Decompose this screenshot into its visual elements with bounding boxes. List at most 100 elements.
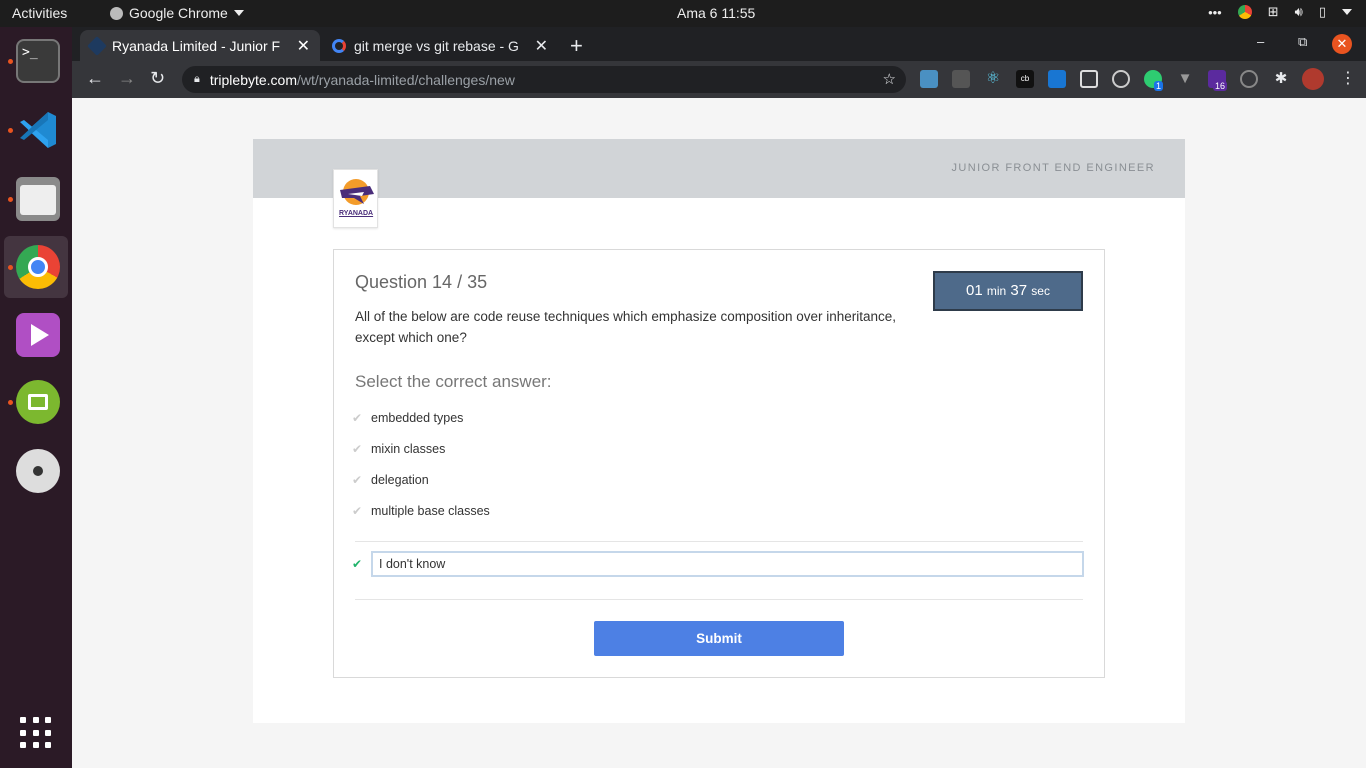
google-favicon-icon (332, 38, 346, 53)
files-icon (16, 177, 60, 221)
network-icon[interactable]: ⊞ (1268, 4, 1279, 20)
question-number: Question 14 / 35 (355, 272, 488, 292)
company-logo: RYANADA (333, 169, 378, 228)
check-icon: ✔ (351, 442, 363, 456)
clock[interactable]: Ama 6 11:55 (677, 5, 755, 21)
bookmark-star-icon[interactable]: ☆ (883, 70, 896, 88)
extension-blue-icon[interactable] (1048, 70, 1066, 88)
terminal-icon: >_ (16, 39, 60, 83)
question-text: All of the below are code reuse techniqu… (355, 309, 897, 345)
running-indicator (8, 265, 13, 270)
running-indicator (8, 128, 13, 133)
close-tab-icon[interactable]: ✕ (297, 36, 310, 56)
answer-option[interactable]: ✔ embedded types (349, 406, 463, 430)
logo-text: RYANADA (339, 210, 374, 217)
tab-strip: Ryanada Limited - Junior F ✕ git merge v… (72, 27, 1366, 61)
extension-grid-icon[interactable] (952, 70, 970, 88)
answer-option-label: embedded types (371, 411, 464, 425)
extension-badge: 1 (1154, 81, 1164, 91)
chrome-menu-icon[interactable]: ⋮ (1340, 68, 1356, 88)
caret-down-icon (233, 10, 244, 16)
back-arrow-icon[interactable]: ← (86, 68, 104, 89)
cloud-app-icon (16, 380, 60, 424)
check-icon: ✔ (351, 473, 363, 487)
app-menu[interactable]: Google Chrome (110, 5, 244, 21)
divider (355, 599, 1083, 600)
system-menu-caret-icon[interactable] (1342, 9, 1352, 15)
extension-chart-icon[interactable] (920, 70, 938, 88)
dock-terminal[interactable]: >_ (4, 30, 68, 92)
question-panel: Question 14 / 35 01 min 37 sec All of th… (333, 249, 1105, 678)
lock-icon[interactable]: 🔒︎ (194, 73, 200, 86)
volume-icon[interactable]: 🔊︎ (1295, 4, 1303, 20)
dock-vscode[interactable] (4, 99, 68, 161)
header-banner: JUNIOR FRONT END ENGINEER (253, 139, 1185, 198)
check-icon: ✔ (351, 504, 363, 518)
extension-face-icon[interactable] (1240, 70, 1258, 88)
minimize-icon[interactable]: – (1257, 34, 1264, 49)
dock: >_ (0, 27, 72, 768)
tab-title: Ryanada Limited - Junior F (112, 37, 281, 54)
triplebyte-favicon-icon (87, 35, 107, 56)
app-menu-label: Google Chrome (129, 5, 228, 21)
dock-cloud-app[interactable] (4, 371, 68, 433)
dock-chrome[interactable] (4, 236, 68, 298)
window-close-icon[interactable]: ✕ (1332, 34, 1352, 54)
activities-button[interactable]: Activities (12, 5, 67, 21)
role-title: JUNIOR FRONT END ENGINEER (951, 162, 1155, 174)
system-top-bar: Activities Google Chrome Ama 6 11:55 •••… (0, 0, 1366, 27)
vue-devtools-icon[interactable]: ▼ (1176, 70, 1194, 88)
browser-toolbar: ← → ↻ 🔒︎ triplebyte.com /wt/ryanada-limi… (72, 61, 1366, 98)
show-apps-icon[interactable] (20, 717, 52, 749)
extension-cb-icon[interactable]: cb (1016, 70, 1034, 88)
profile-avatar[interactable] (1302, 68, 1324, 90)
answer-option[interactable]: ✔ delegation (349, 468, 429, 492)
countdown-timer: 01 min 37 sec (933, 271, 1083, 311)
tab-title: git merge vs git rebase - G (354, 37, 519, 54)
answer-option-label: mixin classes (371, 442, 446, 456)
dock-files[interactable] (4, 168, 68, 230)
answer-option[interactable]: ✔ mixin classes (349, 437, 445, 461)
page-viewport: JUNIOR FRONT END ENGINEER RYANADA Questi… (72, 98, 1366, 768)
url-domain: triplebyte.com (209, 71, 298, 88)
submit-button[interactable]: Submit (594, 621, 844, 656)
timer-seconds: 37 (1010, 282, 1028, 299)
extension-badge: 16 (1213, 81, 1228, 91)
disc-icon (16, 449, 60, 493)
answer-option[interactable]: ✔ multiple base classes (349, 499, 490, 523)
restore-icon[interactable]: ⧉ (1298, 34, 1307, 50)
check-selected-icon: ✔ (351, 557, 363, 571)
running-indicator (8, 197, 13, 202)
check-icon: ✔ (351, 411, 363, 425)
chrome-tray-icon[interactable] (1237, 5, 1252, 19)
reload-icon[interactable]: ↻ (150, 68, 165, 89)
answer-option-selected[interactable]: ✔ I don't know (349, 551, 1084, 577)
url-path: /wt/ryanada-limited/challenges/new (297, 71, 515, 88)
challenge-card: JUNIOR FRONT END ENGINEER RYANADA Questi… (253, 139, 1185, 723)
dock-video-player[interactable] (4, 304, 68, 366)
address-bar[interactable]: 🔒︎ triplebyte.com /wt/ryanada-limited/ch… (182, 66, 906, 93)
screenshot-icon[interactable] (1080, 70, 1098, 88)
answer-option-label: I don't know (371, 551, 1084, 577)
close-tab-icon[interactable]: ✕ (535, 36, 548, 56)
tab-ryanada[interactable]: Ryanada Limited - Junior F ✕ (80, 30, 320, 61)
divider (355, 541, 1083, 542)
new-tab-button[interactable]: + (570, 33, 583, 59)
battery-icon[interactable]: ▯ (1319, 4, 1326, 20)
system-tray[interactable]: ••• ⊞ 🔊︎ ▯ (1208, 4, 1352, 20)
vscode-icon (20, 112, 56, 148)
chrome-icon (16, 245, 60, 289)
chrome-small-icon (110, 6, 123, 20)
timer-minutes: 01 (966, 282, 983, 299)
answer-option-label: multiple base classes (371, 504, 490, 518)
running-indicator (8, 59, 13, 64)
select-answer-label: Select the correct answer: (355, 372, 552, 391)
react-devtools-icon[interactable]: ⚛ (984, 70, 1002, 88)
dock-disc[interactable] (4, 440, 68, 502)
extensions-puzzle-icon[interactable]: ✱ (1272, 70, 1290, 88)
forward-arrow-icon[interactable]: → (118, 68, 136, 89)
extension-circle-icon[interactable] (1112, 70, 1130, 88)
answer-option-label: delegation (371, 473, 429, 487)
more-indicator[interactable]: ••• (1208, 5, 1222, 20)
tab-git-merge[interactable]: git merge vs git rebase - G ✕ (322, 30, 558, 61)
